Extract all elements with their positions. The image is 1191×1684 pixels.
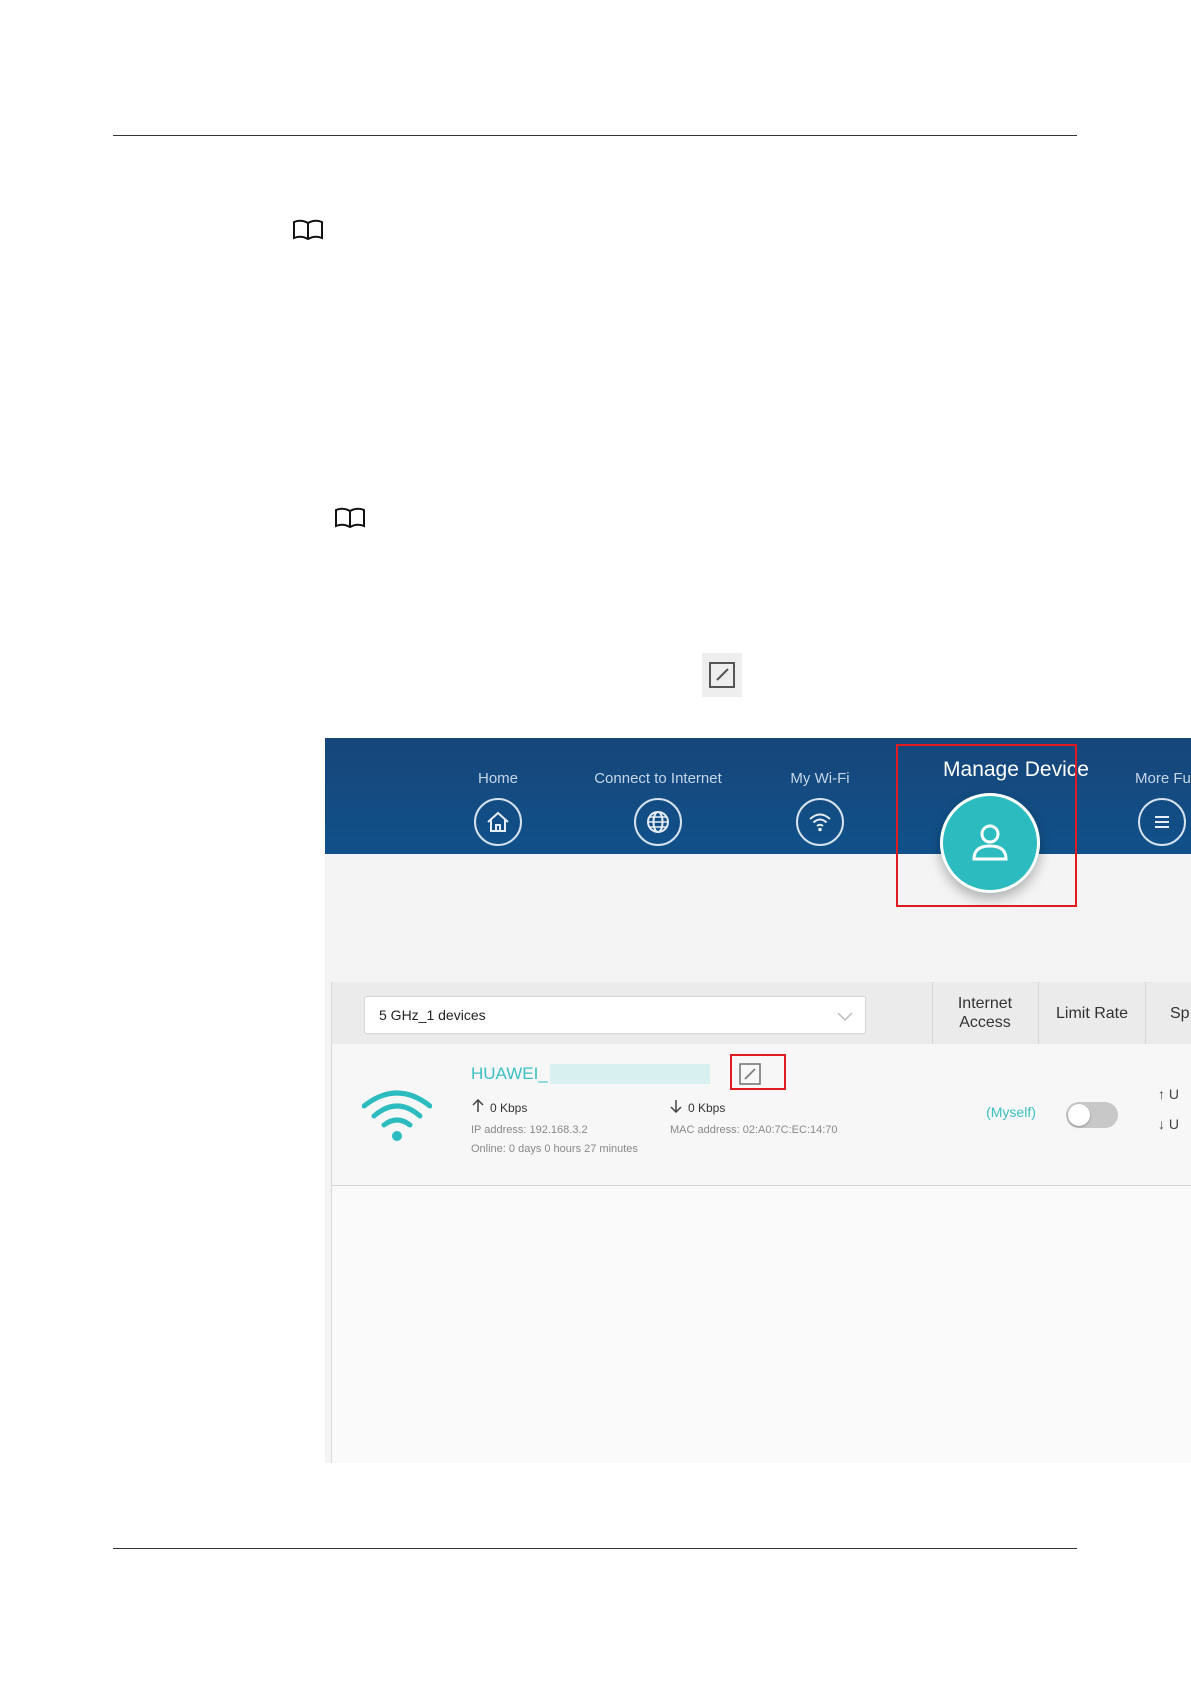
device-name-redaction: [550, 1064, 710, 1084]
toggle-knob: [1068, 1104, 1090, 1126]
col-limit-rate: Limit Rate: [1055, 1004, 1129, 1022]
col-internet-access-line1: Internet: [957, 995, 1013, 1012]
col-internet-access-line2: Access: [959, 1014, 1011, 1031]
band-select-value: 5 GHz_1 devices: [379, 1007, 486, 1023]
router-screenshot: Home Connect to Internet My Wi-Fi More F…: [325, 738, 1191, 1463]
download-rate-value: 0 Kbps: [688, 1100, 726, 1115]
home-icon: [474, 798, 522, 846]
table-row: HUAWEI_ 0 Kbps 0 Kbps IP address: 192.16…: [332, 1044, 1191, 1186]
speed-down: ↓ U: [1158, 1116, 1180, 1132]
menu-icon: [1138, 798, 1186, 846]
header-rule: [113, 135, 1077, 136]
chevron-down-icon: [837, 1009, 853, 1027]
mac-address: MAC address: 02:A0:7C:EC:14:70: [670, 1124, 838, 1136]
wifi-icon: [361, 1090, 433, 1147]
nav-home-label: Home: [477, 770, 518, 787]
device-table: 5 GHz_1 devices Internet Access Limit Ra…: [331, 982, 1191, 1463]
nav-wifi-label: My Wi-Fi: [790, 770, 850, 787]
book-icon: [334, 507, 366, 529]
footer-rule: [113, 1548, 1077, 1549]
internet-access-value: (Myself): [986, 1104, 1036, 1120]
limit-rate-toggle[interactable]: [1066, 1102, 1118, 1128]
highlight-edit-icon: [730, 1054, 786, 1090]
device-name: HUAWEI_: [471, 1064, 548, 1083]
band-select[interactable]: 5 GHz_1 devices: [364, 996, 866, 1034]
online-duration: Online: 0 days 0 hours 27 minutes: [471, 1143, 638, 1155]
edit-icon: [702, 653, 742, 697]
arrow-down-icon: [670, 1099, 682, 1116]
nav-more-label: More Functi: [1135, 770, 1191, 787]
highlight-manage-device: [896, 744, 1077, 907]
upload-rate-value: 0 Kbps: [490, 1100, 528, 1115]
col-speed: Sp: [1170, 1004, 1190, 1022]
nav-connect-label: Connect to Internet: [594, 770, 722, 787]
table-header: 5 GHz_1 devices Internet Access Limit Ra…: [332, 982, 1191, 1045]
speed-up-value: U: [1168, 1086, 1180, 1102]
speed-down-value: U: [1168, 1116, 1180, 1132]
speed-up: ↑ U: [1158, 1086, 1180, 1102]
upload-rate: 0 Kbps: [472, 1098, 528, 1116]
ip-address: IP address: 192.168.3.2: [471, 1124, 588, 1136]
download-rate: 0 Kbps: [670, 1099, 725, 1116]
wifi-icon: [796, 798, 844, 846]
book-icon: [292, 219, 324, 241]
globe-icon: [634, 798, 682, 846]
col-internet-access: Internet Access: [932, 982, 1038, 1044]
arrow-up-icon: [472, 1098, 484, 1116]
